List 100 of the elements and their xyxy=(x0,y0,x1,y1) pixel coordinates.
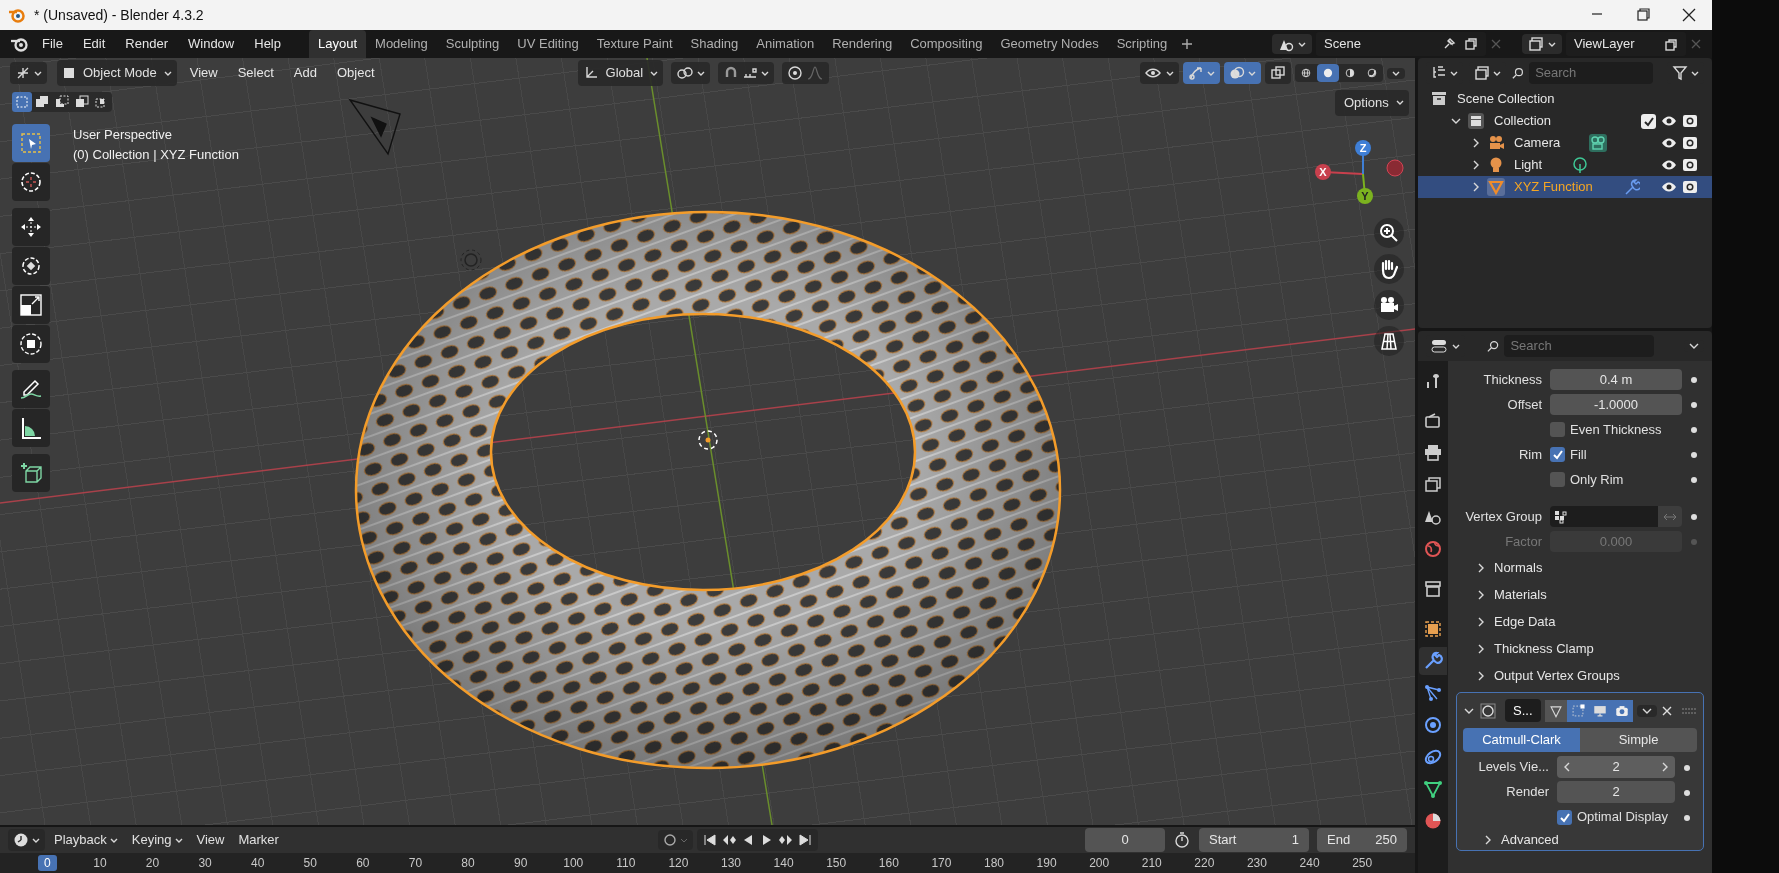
menu-item[interactable]: Keying xyxy=(126,827,188,853)
search-field[interactable]: Search xyxy=(1529,62,1653,84)
camera-icon[interactable] xyxy=(1682,135,1698,151)
grid-icon[interactable] xyxy=(1374,326,1404,356)
workspace-tab[interactable]: Geometry Nodes xyxy=(991,30,1108,58)
menu-item[interactable]: Marker xyxy=(233,827,284,853)
tool-button[interactable] xyxy=(12,409,50,447)
number-field[interactable]: 0.4 m xyxy=(1550,368,1682,391)
blender-logo-icon[interactable] xyxy=(10,35,30,53)
tool-button[interactable] xyxy=(12,286,50,324)
outliner-row[interactable]: Scene Collection xyxy=(1418,88,1712,110)
workspace-tab[interactable]: Compositing xyxy=(901,30,992,58)
outliner-row[interactable]: Collection xyxy=(1418,110,1712,132)
editor-type-button[interactable] xyxy=(8,829,45,851)
hand-icon[interactable] xyxy=(1374,254,1404,284)
shading-dropdown[interactable] xyxy=(1387,67,1405,79)
workspace-tab[interactable]: Sculpting xyxy=(436,30,509,58)
pivot-dropdown[interactable] xyxy=(671,62,711,84)
scene-field[interactable]: Scene xyxy=(1316,32,1486,56)
checkbox-label[interactable]: Even Thickness xyxy=(1570,419,1662,440)
menu-item[interactable]: Edit xyxy=(74,31,114,57)
tool-button[interactable] xyxy=(12,454,50,492)
checkbox-label[interactable]: Optimal Display xyxy=(1577,807,1669,827)
subdivision-type-button[interactable]: Simple xyxy=(1580,728,1697,752)
record-button[interactable] xyxy=(657,830,693,850)
menu-item[interactable]: View xyxy=(191,827,230,853)
tool-button[interactable] xyxy=(12,325,50,363)
menu-item[interactable]: Select xyxy=(230,60,281,86)
start-frame-field[interactable]: Start 1 xyxy=(1199,828,1309,852)
outliner-row[interactable]: Light xyxy=(1418,154,1712,176)
3d-viewport[interactable]: Object Mode View Select Add Object Global User Perspective (0) Collection | XYZ Function Options Z X Y xyxy=(0,58,1415,825)
workspace-tab[interactable]: Modeling xyxy=(366,30,437,58)
workspace-tab[interactable]: Texture Paint xyxy=(587,30,682,58)
pin-icon[interactable] xyxy=(1442,37,1456,51)
jump-start-icon[interactable] xyxy=(701,832,718,848)
camera-icon[interactable] xyxy=(1610,699,1633,722)
gizmo-toggle[interactable] xyxy=(1183,62,1220,84)
panel-header[interactable]: Output Vertex Groups xyxy=(1456,662,1704,689)
stopwatch-icon[interactable] xyxy=(1173,831,1191,849)
zoom-icon[interactable] xyxy=(1374,218,1404,248)
outliner-row[interactable]: Camera xyxy=(1418,132,1712,154)
selectability-dropdown[interactable] xyxy=(1140,62,1179,84)
checkbox-label[interactable]: Only Rim xyxy=(1570,469,1624,490)
overlay-toggle[interactable] xyxy=(1224,62,1261,84)
navigation-gizmo[interactable]: Z X Y xyxy=(1305,138,1415,218)
snap-dropdown[interactable] xyxy=(718,62,775,84)
panel-header[interactable]: Normals xyxy=(1456,554,1704,581)
view-layer-type-button[interactable] xyxy=(1522,34,1562,54)
panel-header[interactable]: Thickness Clamp xyxy=(1456,635,1704,662)
invert-button[interactable] xyxy=(1658,506,1682,527)
xray-toggle[interactable] xyxy=(1265,62,1291,84)
drag-handle-icon[interactable] xyxy=(1681,706,1697,715)
checkbox[interactable] xyxy=(1641,113,1656,129)
camera-icon[interactable] xyxy=(1682,179,1698,195)
duplicate-icon[interactable] xyxy=(1464,37,1478,51)
workspace-tab[interactable]: Scripting xyxy=(1107,30,1177,58)
tool-button[interactable] xyxy=(12,163,50,201)
subdivision-type-button[interactable]: Catmull-Clark xyxy=(1463,728,1580,752)
edit-mode-icon[interactable] xyxy=(1566,699,1589,722)
menu-item[interactable]: Object xyxy=(329,60,382,86)
torus-mesh-drawing[interactable] xyxy=(354,211,1062,769)
menu-item[interactable]: View xyxy=(182,60,225,86)
workspace-tab[interactable]: Shading xyxy=(681,30,748,58)
camera-icon[interactable] xyxy=(1374,290,1404,320)
menu-item[interactable]: Add xyxy=(286,60,324,86)
menu-item[interactable]: Window xyxy=(180,31,243,57)
triangle-vertices-icon[interactable] xyxy=(1544,699,1567,722)
number-field[interactable]: 2 xyxy=(1557,781,1675,803)
end-frame-field[interactable]: End 250 xyxy=(1317,828,1407,852)
workspace-tab[interactable]: Layout xyxy=(309,30,367,58)
proportional-edit-button[interactable] xyxy=(782,62,830,84)
options-dropdown[interactable]: Options xyxy=(1335,90,1409,116)
camera-icon[interactable] xyxy=(1682,113,1698,129)
scene-type-button[interactable] xyxy=(1272,34,1312,54)
add-icon[interactable] xyxy=(1180,37,1195,51)
modifier-name-field[interactable]: S... xyxy=(1505,698,1541,723)
maximize-icon[interactable] xyxy=(1634,6,1652,24)
modifier-menu-dropdown[interactable] xyxy=(1636,704,1657,717)
workspace-tab[interactable]: Rendering xyxy=(823,30,902,58)
panel-header[interactable]: Edge Data xyxy=(1456,608,1704,635)
next-keyframe-icon[interactable] xyxy=(777,832,794,848)
workspace-tab[interactable]: UV Editing xyxy=(508,30,588,58)
outliner-row[interactable]: XYZ Function xyxy=(1418,176,1712,198)
jump-end-icon[interactable] xyxy=(796,832,813,848)
number-field[interactable]: -1.0000 xyxy=(1550,393,1682,416)
orientation-dropdown[interactable]: Global xyxy=(577,60,664,86)
stepper-field[interactable]: 2 xyxy=(1557,756,1675,778)
menu-item[interactable]: Help xyxy=(246,31,289,57)
menu-item[interactable]: File xyxy=(34,31,71,57)
checkbox[interactable] xyxy=(1550,447,1565,462)
checkbox[interactable] xyxy=(1550,472,1565,487)
properties-tab[interactable] xyxy=(1419,647,1447,675)
checkbox[interactable] xyxy=(1550,422,1565,437)
view-layer-field[interactable]: ViewLayer xyxy=(1566,32,1686,56)
close-icon[interactable] xyxy=(1680,6,1698,24)
duplicate-icon[interactable] xyxy=(1664,37,1678,52)
tool-button[interactable] xyxy=(12,208,50,246)
tool-button[interactable] xyxy=(12,247,50,285)
panel-header[interactable]: Advanced xyxy=(1463,829,1697,850)
search-field[interactable]: Search xyxy=(1504,335,1654,357)
